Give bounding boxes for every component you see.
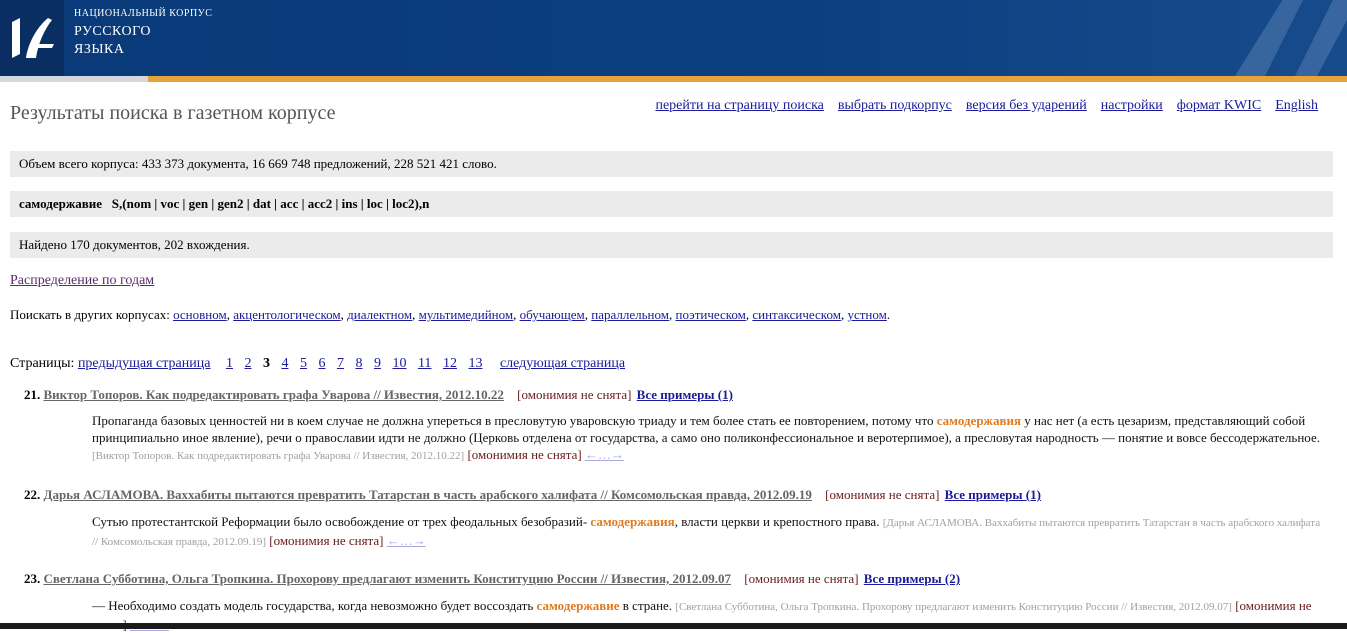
result-snippet: Пропаганда базовых ценностей ни в коем с… <box>92 412 1322 465</box>
result-title-link[interactable]: Светлана Субботина, Ольга Тропкина. Прох… <box>44 571 732 586</box>
result-header: 21. Виктор Топоров. Как подредактировать… <box>24 387 733 403</box>
expand-context-link[interactable]: ←…→ <box>585 447 624 462</box>
corpus-size-box: Объем всего корпуса: 433 373 документа, … <box>10 151 1333 177</box>
result-title-link[interactable]: Дарья АСЛАМОВА. Ваххабиты пытаются превр… <box>44 487 812 502</box>
query-box: самодержавие S,(nom | voc | gen | gen2 |… <box>10 191 1333 217</box>
expand-context-link[interactable]: ←…→ <box>387 533 426 548</box>
corpus-link-syntax[interactable]: синтаксическом <box>752 307 841 322</box>
header-stripe <box>0 76 1347 82</box>
result-number: 23. <box>24 571 41 586</box>
snippet-text: в стране. <box>619 598 676 613</box>
next-page-link[interactable]: следующая страница <box>500 356 625 371</box>
page-title: Результаты поиска в газетном корпусе <box>10 102 336 124</box>
snippet-hit[interactable]: самодержавия <box>937 413 1021 428</box>
corpus-link-learning[interactable]: обучающем <box>520 307 585 322</box>
nav-english-link[interactable]: English <box>1275 98 1318 114</box>
page-link[interactable]: 13 <box>468 356 482 371</box>
corpus-size-text: Объем всего корпуса: 433 373 документа, … <box>19 156 497 171</box>
snippet-text: Сутью протестантской Реформации было осв… <box>92 514 591 529</box>
page-link[interactable]: 1 <box>226 356 233 371</box>
all-examples-link[interactable]: Все примеры (1) <box>945 487 1041 502</box>
window-bottom-bar <box>0 623 1347 629</box>
page-link[interactable]: 12 <box>443 356 457 371</box>
nav-search-page-link[interactable]: перейти на страницу поиска <box>655 98 823 114</box>
snippet-source: [Светлана Субботина, Ольга Тропкина. Про… <box>675 601 1232 613</box>
nav-settings-link[interactable]: настройки <box>1101 98 1163 114</box>
snippet-text: — Необходимо создать модель государства,… <box>92 598 537 613</box>
corpus-link-dialect[interactable]: диалектном <box>347 307 412 322</box>
page-link[interactable]: 5 <box>300 356 307 371</box>
corpus-link-parallel[interactable]: параллельном <box>591 307 669 322</box>
prev-page-link[interactable]: предыдущая страница <box>78 356 211 371</box>
top-navigation: перейти на страницу поиска выбрать подко… <box>655 98 1318 114</box>
omonimia-label: [омонимия не снята] <box>517 387 632 402</box>
snippet-hit[interactable]: самодержавие <box>537 598 620 613</box>
page-link[interactable]: 7 <box>337 356 344 371</box>
query-grammar: S,(nom | voc | gen | gen2 | dat | acc | … <box>111 196 430 211</box>
corpus-logo-icon <box>12 18 54 58</box>
years-distribution: Распределение по годам <box>10 273 154 289</box>
snippet-source: [Виктор Топоров. Как подредактировать гр… <box>92 450 465 462</box>
page-link[interactable]: 2 <box>244 356 251 371</box>
site-name-line3: ЯЗЫКА <box>74 42 125 57</box>
years-distribution-link[interactable]: Распределение по годам <box>10 273 154 288</box>
nav-subcorpus-link[interactable]: выбрать подкорпус <box>838 98 952 114</box>
banner-decoration-icon <box>1235 0 1347 76</box>
corpus-link-poetic[interactable]: поэтическом <box>676 307 746 322</box>
pager-label: Страницы: <box>10 356 75 371</box>
snippet-text: Пропаганда базовых ценностей ни в коем с… <box>92 413 937 428</box>
pagination: Страницы: предыдущая страница 1 2 3 4 5 … <box>10 356 625 372</box>
omonimia-label: [омонимия не снята] <box>825 487 940 502</box>
page-link[interactable]: 4 <box>281 356 288 371</box>
site-name-line1: НАЦИОНАЛЬНЫЙ КОРПУС <box>74 8 213 19</box>
other-corpora-label: Поискать в других корпусах: <box>10 307 170 322</box>
page-link[interactable]: 8 <box>355 356 362 371</box>
snippet-omonimia: [омонимия не снята] <box>269 533 384 548</box>
result-header: 23. Светлана Субботина, Ольга Тропкина. … <box>24 571 960 587</box>
snippet-hit[interactable]: самодержавия <box>590 514 674 529</box>
current-page: 3 <box>262 356 270 371</box>
result-number: 21. <box>24 387 41 402</box>
site-name-line2: РУССКОГО <box>74 24 151 39</box>
snippet-text: , власти церкви и крепостного права. <box>674 514 883 529</box>
query-word: самодержавие <box>19 196 103 211</box>
nav-no-accents-link[interactable]: версия без ударений <box>966 98 1087 114</box>
corpus-link-accent[interactable]: акцентологическом <box>233 307 340 322</box>
page-link[interactable]: 11 <box>418 356 431 371</box>
omonimia-label: [омонимия не снята] <box>744 571 859 586</box>
result-header: 22. Дарья АСЛАМОВА. Ваххабиты пытаются п… <box>24 487 1041 503</box>
nav-kwic-link[interactable]: формат KWIC <box>1177 98 1261 114</box>
site-name: НАЦИОНАЛЬНЫЙ КОРПУС РУССКОГО ЯЗЫКА <box>74 8 212 59</box>
result-title-link[interactable]: Виктор Топоров. Как подредактировать гра… <box>44 387 504 402</box>
logo[interactable] <box>0 0 64 76</box>
site-header: НАЦИОНАЛЬНЫЙ КОРПУС РУССКОГО ЯЗЫКА <box>0 0 1347 76</box>
page-link[interactable]: 9 <box>374 356 381 371</box>
result-number: 22. <box>24 487 41 502</box>
all-examples-link[interactable]: Все примеры (2) <box>864 571 960 586</box>
corpus-link-spoken[interactable]: устном <box>847 307 886 322</box>
page-link[interactable]: 10 <box>392 356 406 371</box>
corpus-link-main[interactable]: основном <box>173 307 227 322</box>
found-box: Найдено 170 документов, 202 вхождения. <box>10 232 1333 258</box>
page-link[interactable]: 6 <box>318 356 325 371</box>
corpus-link-multimedia[interactable]: мультимедийном <box>419 307 514 322</box>
found-text: Найдено 170 документов, 202 вхождения. <box>19 237 250 252</box>
result-snippet: Сутью протестантской Реформации было осв… <box>92 513 1322 551</box>
snippet-omonimia: [омонимия не снята] <box>467 447 582 462</box>
other-corpora: Поискать в других корпусах: основном, ак… <box>10 307 891 322</box>
all-examples-link[interactable]: Все примеры (1) <box>637 387 733 402</box>
